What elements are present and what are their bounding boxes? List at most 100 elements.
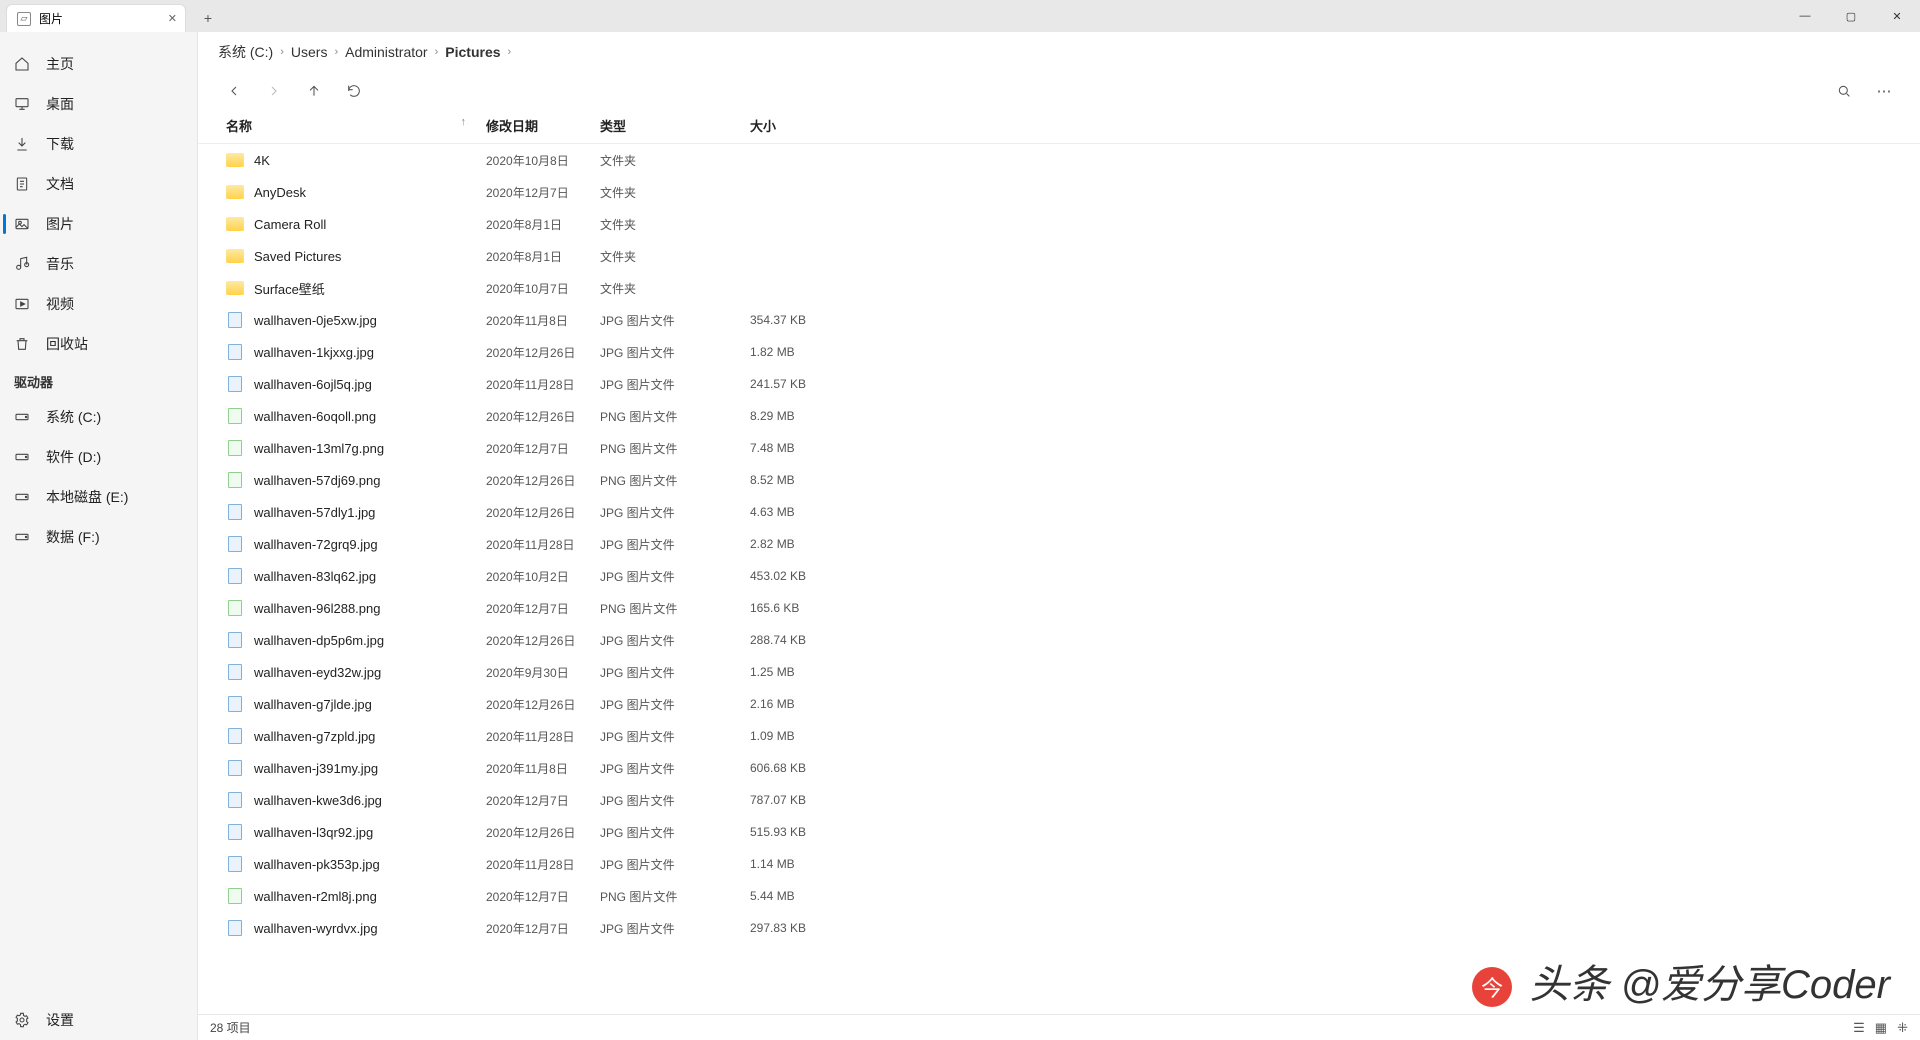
file-row[interactable]: Surface壁纸2020年10月7日文件夹 [198,272,1920,304]
sidebar-drive-system-c[interactable]: 系统 (C:) [0,397,197,437]
breadcrumb-segment[interactable]: Users [291,44,328,60]
file-row[interactable]: wallhaven-83lq62.jpg2020年10月2日JPG 图片文件45… [198,560,1920,592]
search-button[interactable] [1824,75,1864,107]
pictures-icon: ▱ [17,12,31,26]
close-window-button[interactable]: ✕ [1874,0,1920,32]
file-date: 2020年10月7日 [486,280,600,297]
forward-button[interactable] [254,75,294,107]
file-row[interactable]: wallhaven-pk353p.jpg2020年11月28日JPG 图片文件1… [198,848,1920,880]
breadcrumb-segment[interactable]: 系统 (C:) [218,42,273,62]
file-name: wallhaven-kwe3d6.jpg [254,793,486,808]
file-name: wallhaven-g7jlde.jpg [254,697,486,712]
file-row[interactable]: wallhaven-6ojl5q.jpg2020年11月28日JPG 图片文件2… [198,368,1920,400]
file-size: 1.25 MB [750,665,880,679]
sidebar-item-music[interactable]: 音乐 [0,244,197,284]
file-type: JPG 图片文件 [600,856,750,873]
file-row[interactable]: wallhaven-kwe3d6.jpg2020年12月7日JPG 图片文件78… [198,784,1920,816]
tab-pictures[interactable]: ▱ 图片 ✕ [6,4,186,32]
png-icon [226,407,244,425]
back-button[interactable] [214,75,254,107]
up-button[interactable] [294,75,334,107]
sidebar-drive-local-e[interactable]: 本地磁盘 (E:) [0,477,197,517]
window-controls: — ▢ ✕ [1782,0,1920,32]
file-row[interactable]: wallhaven-dp5p6m.jpg2020年12月26日JPG 图片文件2… [198,624,1920,656]
new-tab-button[interactable]: + [194,4,222,32]
file-size: 8.52 MB [750,473,880,487]
documents-icon [14,176,32,192]
maximize-button[interactable]: ▢ [1828,0,1874,32]
file-name: wallhaven-1kjxxg.jpg [254,345,486,360]
sidebar-item-documents[interactable]: 文档 [0,164,197,204]
file-row[interactable]: wallhaven-96l288.png2020年12月7日PNG 图片文件16… [198,592,1920,624]
column-date[interactable]: 修改日期 [486,116,600,135]
jpg-icon [226,503,244,521]
file-name: wallhaven-0je5xw.jpg [254,313,486,328]
file-row[interactable]: wallhaven-wyrdvx.jpg2020年12月7日JPG 图片文件29… [198,912,1920,944]
sidebar-drive-software-d[interactable]: 软件 (D:) [0,437,197,477]
sidebar-item-desktop[interactable]: 桌面 [0,84,197,124]
jpg-icon [226,727,244,745]
file-list: 名称↑ 修改日期 类型 大小 4K2020年10月8日文件夹AnyDesk202… [198,110,1920,1014]
sidebar-item-recycle[interactable]: 回收站 [0,324,197,364]
home-icon [14,56,32,72]
file-row[interactable]: wallhaven-g7jlde.jpg2020年12月26日JPG 图片文件2… [198,688,1920,720]
column-type[interactable]: 类型 [600,116,750,135]
file-size: 515.93 KB [750,825,880,839]
file-type: JPG 图片文件 [600,568,750,585]
file-row[interactable]: AnyDesk2020年12月7日文件夹 [198,176,1920,208]
file-row[interactable]: wallhaven-6oqoll.png2020年12月26日PNG 图片文件8… [198,400,1920,432]
file-row[interactable]: wallhaven-l3qr92.jpg2020年12月26日JPG 图片文件5… [198,816,1920,848]
file-name: wallhaven-r2ml8j.png [254,889,486,904]
file-date: 2020年8月1日 [486,248,600,265]
more-button[interactable]: ⋯ [1864,75,1904,107]
file-row[interactable]: wallhaven-13ml7g.png2020年12月7日PNG 图片文件7.… [198,432,1920,464]
file-name: wallhaven-57dly1.jpg [254,505,486,520]
sidebar-item-videos[interactable]: 视频 [0,284,197,324]
file-type: 文件夹 [600,216,750,233]
sidebar-item-home[interactable]: 主页 [0,44,197,84]
breadcrumb[interactable]: 系统 (C:)›Users›Administrator›Pictures› [198,32,1920,72]
file-row[interactable]: wallhaven-0je5xw.jpg2020年11月8日JPG 图片文件35… [198,304,1920,336]
file-size: 8.29 MB [750,409,880,423]
file-row[interactable]: wallhaven-72grq9.jpg2020年11月28日JPG 图片文件2… [198,528,1920,560]
minimize-button[interactable]: — [1782,0,1828,32]
file-date: 2020年11月8日 [486,760,600,777]
close-tab-icon[interactable]: ✕ [168,12,177,25]
sidebar: 主页桌面下载文档图片音乐视频回收站 驱动器 系统 (C:)软件 (D:)本地磁盘… [0,32,198,1040]
file-row[interactable]: wallhaven-57dj69.png2020年12月26日PNG 图片文件8… [198,464,1920,496]
sidebar-item-downloads[interactable]: 下载 [0,124,197,164]
png-icon [226,887,244,905]
file-row[interactable]: 4K2020年10月8日文件夹 [198,144,1920,176]
downloads-icon [14,136,32,152]
file-type: JPG 图片文件 [600,376,750,393]
breadcrumb-segment[interactable]: Pictures [445,44,500,60]
file-date: 2020年12月7日 [486,600,600,617]
breadcrumb-segment[interactable]: Administrator [345,44,427,60]
file-row[interactable]: Saved Pictures2020年8月1日文件夹 [198,240,1920,272]
file-row[interactable]: wallhaven-r2ml8j.png2020年12月7日PNG 图片文件5.… [198,880,1920,912]
file-name: wallhaven-eyd32w.jpg [254,665,486,680]
file-size: 787.07 KB [750,793,880,807]
file-row[interactable]: wallhaven-1kjxxg.jpg2020年12月26日JPG 图片文件1… [198,336,1920,368]
column-size[interactable]: 大小 [750,116,880,135]
file-name: wallhaven-dp5p6m.jpg [254,633,486,648]
file-type: JPG 图片文件 [600,632,750,649]
view-more-button[interactable]: ⁜ [1897,1020,1908,1036]
file-row[interactable]: wallhaven-j391my.jpg2020年11月8日JPG 图片文件60… [198,752,1920,784]
view-tiles-button[interactable]: ▦ [1875,1020,1887,1036]
drive-icon [14,409,32,425]
sidebar-item-label: 文档 [46,174,74,194]
jpg-icon [226,663,244,681]
refresh-button[interactable] [334,75,374,107]
file-row[interactable]: wallhaven-eyd32w.jpg2020年9月30日JPG 图片文件1.… [198,656,1920,688]
file-row[interactable]: wallhaven-57dly1.jpg2020年12月26日JPG 图片文件4… [198,496,1920,528]
sidebar-item-pictures[interactable]: 图片 [0,204,197,244]
file-type: PNG 图片文件 [600,440,750,457]
file-row[interactable]: Camera Roll2020年8月1日文件夹 [198,208,1920,240]
jpg-icon [226,695,244,713]
file-row[interactable]: wallhaven-g7zpld.jpg2020年11月28日JPG 图片文件1… [198,720,1920,752]
column-name[interactable]: 名称↑ [226,116,486,135]
sidebar-drive-data-f[interactable]: 数据 (F:) [0,517,197,557]
sidebar-item-settings[interactable]: 设置 [0,1000,197,1040]
view-details-button[interactable]: ☰ [1853,1020,1865,1036]
